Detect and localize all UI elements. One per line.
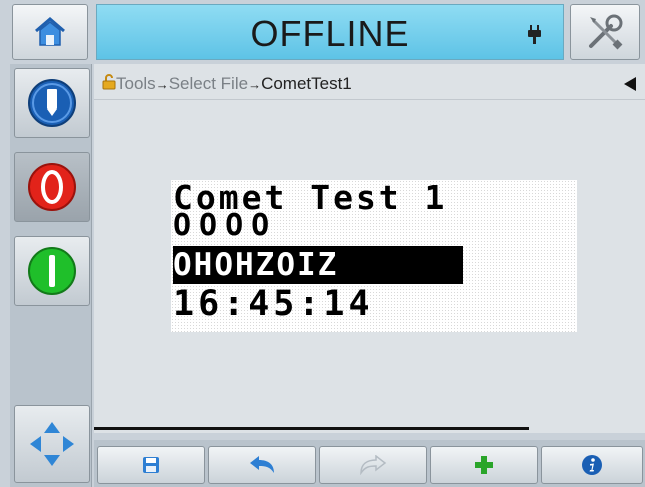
preview-line-time: 16:45:14 — [173, 284, 374, 324]
undo-button[interactable] — [208, 446, 316, 484]
progress-bar — [94, 427, 529, 430]
breadcrumb-divider — [94, 99, 645, 100]
save-icon — [143, 457, 159, 473]
redo-icon — [360, 455, 387, 475]
home-icon — [35, 17, 65, 46]
stop-button[interactable] — [14, 152, 90, 222]
plus-icon — [475, 456, 493, 474]
navigation-button[interactable] — [14, 405, 90, 483]
printer-status-text: OFFLINE — [250, 13, 410, 54]
info-button[interactable] — [541, 446, 643, 484]
start-icon — [28, 247, 76, 295]
undo-icon — [250, 456, 274, 473]
breadcrumb-item-select-file[interactable]: Select File — [169, 74, 248, 93]
ink-jet-button[interactable] — [14, 68, 90, 138]
save-button[interactable] — [97, 446, 205, 484]
breadcrumb: Tools→Select File→CometTest1 — [102, 70, 352, 98]
triangle-left-icon[interactable] — [620, 74, 640, 94]
progress-track — [94, 413, 645, 433]
breadcrumb-item-tools[interactable]: Tools — [116, 74, 156, 93]
tools-icon — [589, 14, 623, 50]
stop-icon — [28, 163, 76, 211]
home-button[interactable] — [12, 4, 88, 60]
preview-line-counter: OOOO — [173, 208, 278, 243]
ink-jet-icon — [28, 79, 76, 127]
info-icon — [582, 455, 602, 475]
start-button[interactable] — [14, 236, 90, 306]
breadcrumb-item-current: CometTest1 — [261, 74, 352, 93]
breadcrumb-separator: → — [248, 77, 262, 92]
message-preview: Comet Test 1 OOOO OHOHZOIZ 16:45:14 — [171, 178, 577, 332]
breadcrumb-separator: → — [155, 77, 169, 92]
navigation-arrows-icon — [30, 422, 74, 466]
preview-line-barcode: OHOHZOIZ — [173, 246, 463, 284]
tools-button[interactable] — [570, 4, 640, 60]
status-bar: OFFLINE — [96, 4, 564, 60]
lock-icon — [102, 74, 116, 90]
redo-button[interactable] — [319, 446, 427, 484]
plug-icon — [528, 25, 541, 44]
add-button[interactable] — [430, 446, 538, 484]
